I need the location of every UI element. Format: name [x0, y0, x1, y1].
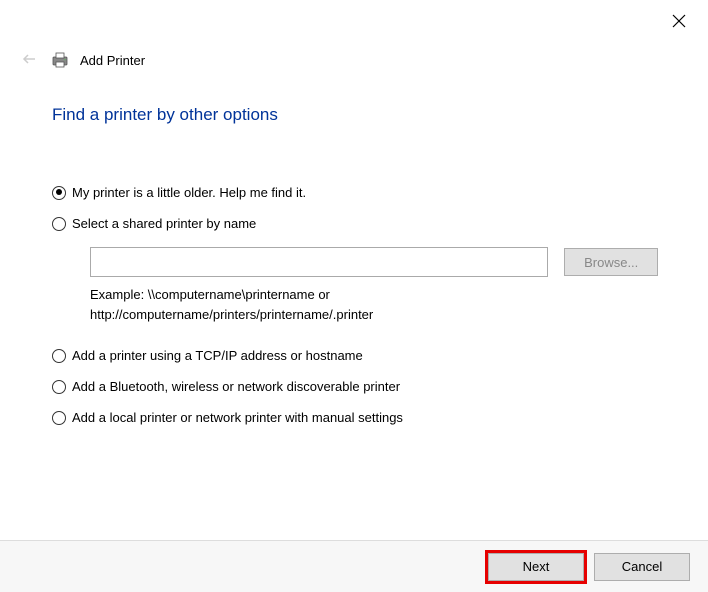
close-icon: [672, 14, 686, 28]
wizard-header: Add Printer: [0, 0, 708, 70]
option-local-printer[interactable]: Add a local printer or network printer w…: [52, 410, 658, 425]
radio-icon: [52, 411, 66, 425]
next-button[interactable]: Next: [488, 553, 584, 581]
browse-button: Browse...: [564, 248, 658, 276]
radio-icon: [52, 186, 66, 200]
options-group: My printer is a little older. Help me fi…: [0, 125, 708, 425]
shared-printer-name-input[interactable]: [90, 247, 548, 277]
radio-icon: [52, 380, 66, 394]
example-line2: http://computername/printers/printername…: [90, 307, 373, 322]
printer-icon: [50, 50, 70, 70]
option-label: Select a shared printer by name: [72, 216, 256, 231]
cancel-button[interactable]: Cancel: [594, 553, 690, 581]
option-tcpip-printer[interactable]: Add a printer using a TCP/IP address or …: [52, 348, 658, 363]
page-heading: Find a printer by other options: [0, 70, 708, 125]
option-older-printer[interactable]: My printer is a little older. Help me fi…: [52, 185, 658, 200]
close-button[interactable]: [672, 14, 688, 30]
option-label: My printer is a little older. Help me fi…: [72, 185, 306, 200]
option-shared-printer[interactable]: Select a shared printer by name: [52, 216, 658, 231]
shared-input-row: Browse...: [90, 247, 658, 277]
radio-icon: [52, 217, 66, 231]
example-line1: Example: \\computername\printername or: [90, 287, 330, 302]
option-label: Add a printer using a TCP/IP address or …: [72, 348, 363, 363]
wizard-footer: Next Cancel: [0, 540, 708, 592]
shared-printer-subsection: Browse... Example: \\computername\printe…: [90, 247, 658, 324]
option-label: Add a Bluetooth, wireless or network dis…: [72, 379, 400, 394]
option-label: Add a local printer or network printer w…: [72, 410, 403, 425]
radio-icon: [52, 349, 66, 363]
option-bluetooth-printer[interactable]: Add a Bluetooth, wireless or network dis…: [52, 379, 658, 394]
example-text: Example: \\computername\printername or h…: [90, 285, 550, 324]
wizard-title: Add Printer: [80, 53, 145, 68]
back-arrow-icon: [20, 50, 40, 70]
